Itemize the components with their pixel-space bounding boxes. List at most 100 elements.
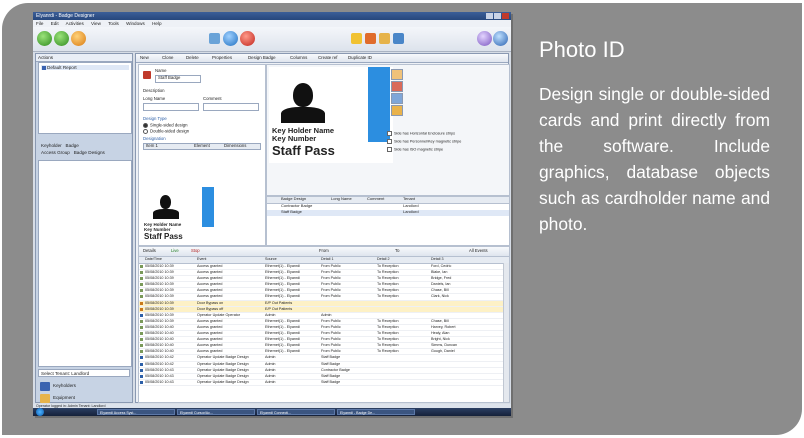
- forward-icon[interactable]: [54, 31, 69, 46]
- photo-icon[interactable]: [391, 81, 403, 92]
- live-button[interactable]: Live: [171, 248, 179, 254]
- home-icon[interactable]: [71, 31, 86, 46]
- table-cell: Ethernet(1) - Elyanrdi: [265, 331, 301, 336]
- details-button[interactable]: Details: [143, 248, 156, 254]
- menu-tools[interactable]: Tools: [108, 21, 119, 26]
- feature-description: Design single or double-sided cards and …: [539, 84, 770, 234]
- delete-button[interactable]: Delete: [186, 55, 199, 60]
- taskbar-item[interactable]: Elyanrdi Access Syst...: [97, 409, 175, 415]
- long-name-field[interactable]: [143, 103, 199, 111]
- start-button[interactable]: [36, 408, 44, 416]
- menu-file[interactable]: File: [36, 21, 43, 26]
- taskbar-item[interactable]: Elyanrdi - Badge De...: [337, 409, 415, 415]
- maximize-icon[interactable]: [494, 13, 501, 19]
- tool-icon[interactable]: [209, 33, 220, 44]
- table-cell: 05/08/2010 10:40: [145, 349, 174, 354]
- events-header: Date/Time Event Source Detail 1 Detail 2…: [139, 257, 509, 264]
- tab-access-group-designs[interactable]: Access Group Badge Designs: [38, 149, 130, 156]
- table-cell: 05/08/2010 10:39: [145, 312, 174, 317]
- clone-button[interactable]: Clone: [162, 55, 173, 60]
- table-cell: Admin: [265, 373, 276, 378]
- table-cell: Ethernet(1) - Elyanrdi: [265, 337, 301, 342]
- chat-icon[interactable]: [477, 31, 492, 46]
- help-icon[interactable]: [493, 31, 508, 46]
- badge-properties-form: Name Staff Badge Description Long Name C…: [138, 64, 266, 246]
- table-row[interactable]: 05/08/2010 10:43 Operator Update Badge De…: [139, 380, 509, 386]
- table-cell: 05/08/2010 10:42: [145, 355, 174, 360]
- nav-keyholders[interactable]: Keyholders: [40, 380, 76, 392]
- option-iso-stripe[interactable]: Side has ISO magnetic stripe: [387, 147, 443, 152]
- edit-icon[interactable]: [391, 69, 403, 80]
- table-cell: From Public: [321, 331, 341, 336]
- print-icon[interactable]: [391, 105, 403, 116]
- badge-icon: [143, 71, 151, 79]
- create-ref-button[interactable]: Create ref: [318, 55, 338, 60]
- feature-heading: Photo ID: [539, 37, 625, 62]
- stop-button[interactable]: Stop: [191, 248, 200, 254]
- designation-label: Designation: [143, 136, 166, 141]
- table-cell: Ethernet(1) - Elyanrdi: [265, 282, 301, 287]
- duplicate-id-button[interactable]: Duplicate ID: [348, 55, 372, 60]
- feature-card: Elyanrdi - Badge Designer File Edit Acti…: [2, 3, 802, 435]
- table-cell: To Reception: [377, 270, 399, 275]
- folder-icon[interactable]: [379, 33, 390, 44]
- event-type-icon: [140, 350, 143, 354]
- window-title: Elyanrdi - Badge Designer: [36, 13, 95, 19]
- events-scrollbar[interactable]: [503, 263, 509, 402]
- comment-field[interactable]: [203, 103, 259, 111]
- table-cell: E/P Out Patients: [265, 306, 293, 311]
- taskbar-item[interactable]: Elyanrdi Connecti...: [257, 409, 335, 415]
- table-cell: 05/08/2010 10:39: [145, 318, 174, 323]
- window-controls[interactable]: [486, 13, 509, 19]
- double-sided-radio[interactable]: Double-sided design: [143, 129, 189, 135]
- name-field[interactable]: Staff Badge: [155, 75, 201, 83]
- table-cell: From Public: [321, 349, 341, 354]
- table-cell: 05/08/2010 10:39: [145, 264, 174, 268]
- option-horizontal-strips[interactable]: Side has Horizontal Enclosure strips: [387, 131, 455, 136]
- minimize-icon[interactable]: [486, 13, 493, 19]
- badge-design-canvas[interactable]: Key Holder Name Key Number Staff Pass Si…: [266, 64, 510, 196]
- table-row[interactable]: Staff Badge Landlord: [267, 209, 509, 216]
- back-icon[interactable]: [37, 31, 52, 46]
- properties-button[interactable]: Properties: [212, 55, 232, 60]
- nav-equipment[interactable]: Equipment: [40, 392, 75, 404]
- option-personnel-stripe[interactable]: Side has Personnel/Key magnetic stripe: [387, 139, 461, 144]
- table-cell: Ethernet(1) - Elyanrdi: [265, 288, 301, 293]
- table-cell: Staff Badge: [321, 361, 341, 366]
- table-cell: Harvey, Robert: [431, 324, 456, 329]
- report-icon[interactable]: [351, 33, 362, 44]
- new-button[interactable]: New: [140, 55, 149, 60]
- all-events-select[interactable]: All Events: [469, 248, 488, 254]
- table-cell: 05/08/2010 10:39: [145, 276, 174, 281]
- tab-keyholder-badge[interactable]: Keyholder Badge: [38, 142, 130, 149]
- image-icon[interactable]: [391, 93, 403, 104]
- menu-activities[interactable]: Activities: [66, 21, 84, 26]
- design-badge-button[interactable]: Design Badge: [248, 55, 276, 60]
- tree-item-default-report[interactable]: Default Report: [41, 65, 129, 71]
- table-cell: To Reception: [377, 331, 399, 336]
- taskbar-item[interactable]: Elyanrdi Cursor/Ac...: [177, 409, 255, 415]
- table-cell: From Public: [321, 337, 341, 342]
- table-cell: E/P Out Patients: [265, 300, 293, 305]
- table-cell: Access granted: [197, 349, 223, 354]
- monitor-icon[interactable]: [393, 33, 404, 44]
- tenant-select[interactable]: Select Tenant: Landlord: [38, 369, 130, 377]
- menu-help[interactable]: Help: [152, 21, 161, 26]
- close-icon[interactable]: [502, 13, 509, 19]
- stop-icon[interactable]: [240, 31, 255, 46]
- table-cell: Admin: [265, 355, 276, 360]
- menu-edit[interactable]: Edit: [51, 21, 59, 26]
- table-cell: To Reception: [377, 318, 399, 323]
- columns-button[interactable]: Columns: [290, 55, 307, 60]
- menu-windows[interactable]: Windows: [126, 21, 145, 26]
- table-cell: To Reception: [377, 349, 399, 354]
- event-type-icon: [140, 362, 143, 366]
- table-cell: 05/08/2010 10:43: [145, 373, 174, 378]
- table-cell: Chase, Bill: [431, 288, 449, 293]
- table-cell: Ethernet(1) - Elyanrdi: [265, 270, 301, 275]
- table-cell: 05/08/2010 10:39: [145, 270, 174, 275]
- left-pane-list: [38, 160, 132, 367]
- refresh-icon[interactable]: [223, 31, 238, 46]
- chart-icon[interactable]: [365, 33, 376, 44]
- menu-view[interactable]: View: [91, 21, 101, 26]
